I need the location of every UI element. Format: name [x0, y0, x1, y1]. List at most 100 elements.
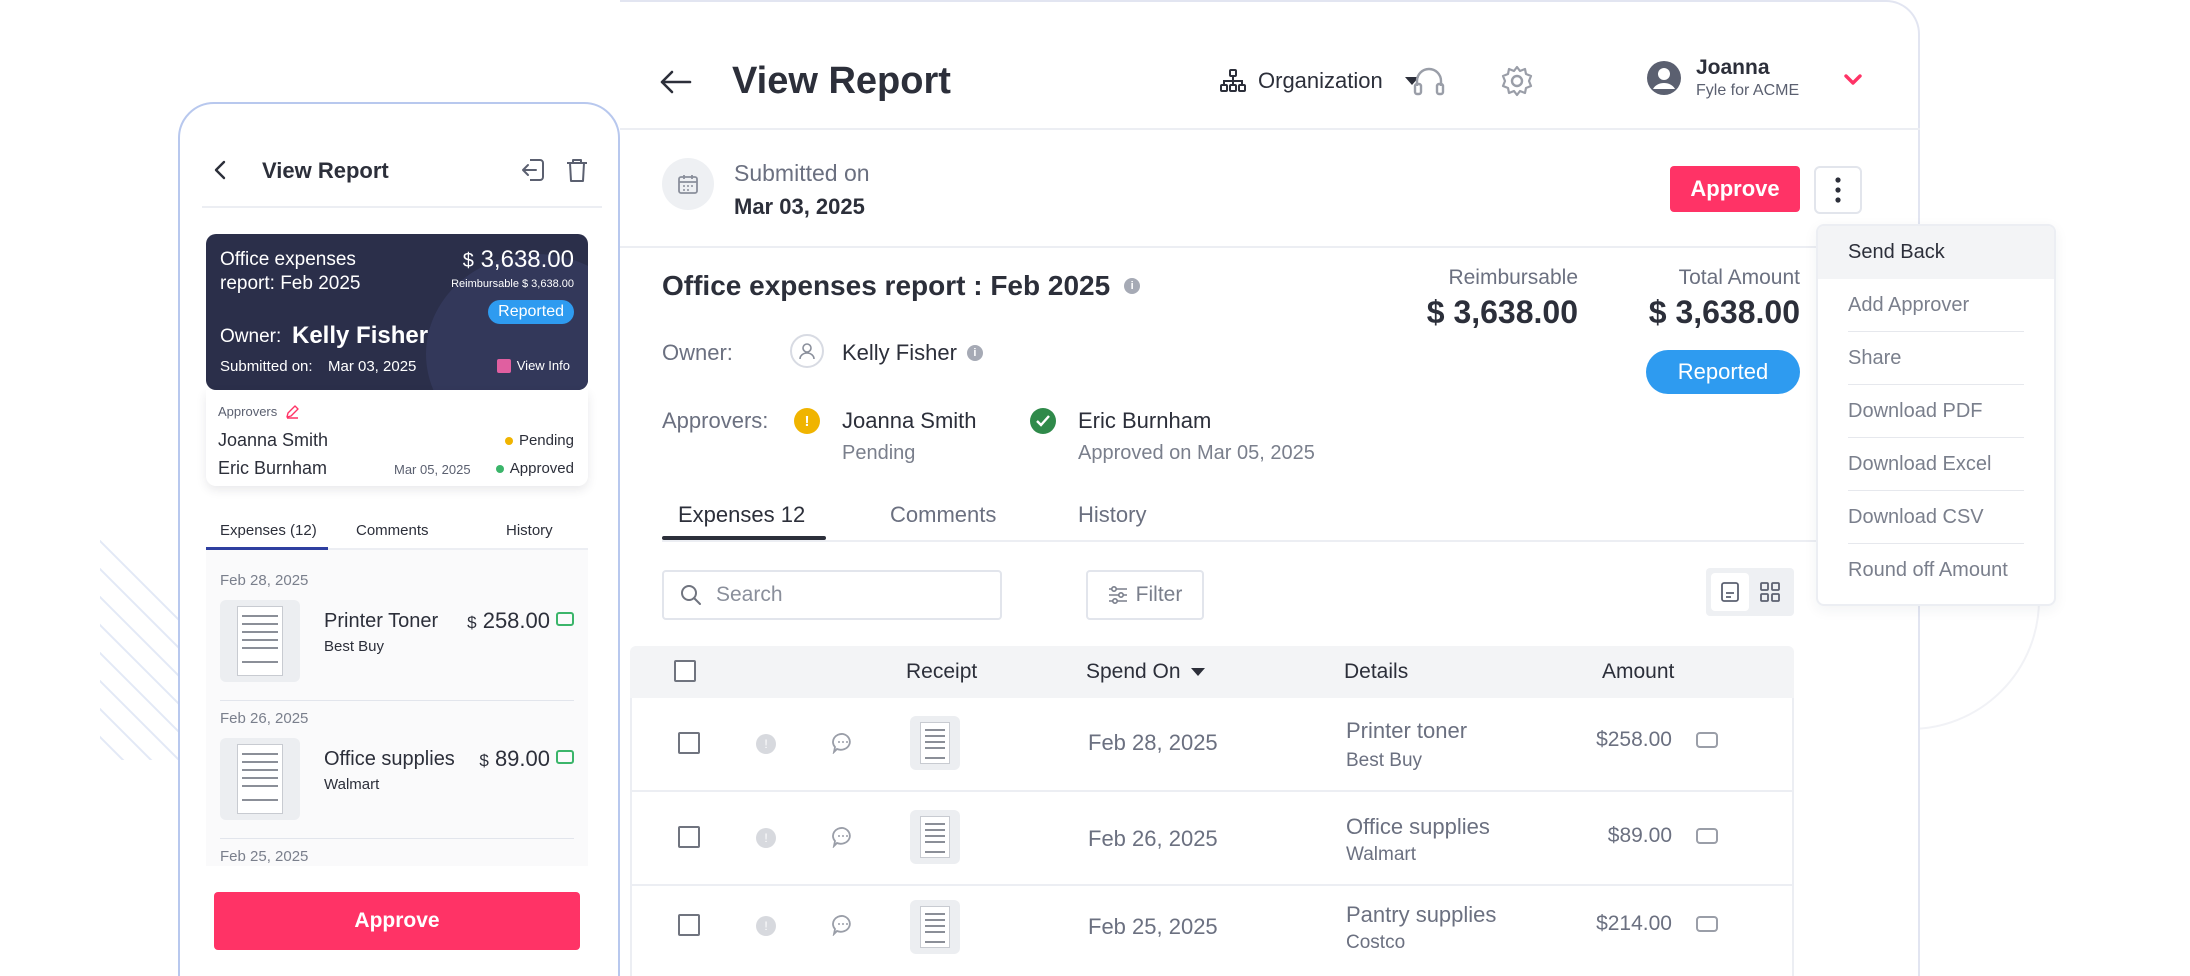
- card-amount-value: 3,638.00: [480, 246, 574, 273]
- table-row[interactable]: ! Feb 26, 2025 Office supplies Walmart $…: [630, 792, 1794, 886]
- menu-item-download-pdf[interactable]: Download PDF: [1818, 385, 2054, 438]
- expense-vendor: Costco: [1346, 932, 1406, 953]
- reimbursable-block: Reimbursable $ 3,638.00: [1427, 266, 1578, 331]
- headset-icon[interactable]: [1412, 64, 1446, 98]
- row-checkbox[interactable]: [678, 826, 700, 848]
- receipt-thumbnail[interactable]: [910, 716, 960, 770]
- export-icon[interactable]: [520, 156, 546, 184]
- table-row[interactable]: ! Feb 25, 2025 Pantry supplies Costco $2…: [630, 886, 1794, 976]
- expense-amount-value: 89.00: [494, 746, 550, 771]
- view-info-label: View Info: [516, 358, 570, 373]
- approver-name: Eric Burnham: [218, 458, 328, 478]
- filter-button[interactable]: Filter: [1086, 570, 1204, 620]
- view-info-link[interactable]: View Info: [496, 358, 570, 373]
- user-avatar-icon: [1647, 61, 1681, 95]
- approve-button[interactable]: Approve: [214, 892, 580, 950]
- card-icon: [1696, 828, 1718, 844]
- comment-icon[interactable]: [832, 914, 854, 936]
- trash-icon[interactable]: [564, 156, 590, 184]
- search-input[interactable]: [716, 583, 976, 607]
- spend-date: Feb 26, 2025: [1088, 826, 1218, 851]
- menu-item-download-csv[interactable]: Download CSV: [1818, 491, 2054, 544]
- submission-row: Submitted on Mar 03, 2025 Approve: [620, 130, 1920, 248]
- menu-item-send-back[interactable]: Send Back: [1818, 226, 2054, 279]
- receipt-image: [920, 906, 950, 948]
- menu-item-share[interactable]: Share: [1818, 332, 2054, 385]
- user-name: Joanna: [1696, 56, 1770, 79]
- table-row[interactable]: ! Feb 28, 2025 Printer toner Best Buy $2…: [630, 698, 1794, 792]
- org-chart-icon: [1220, 69, 1246, 92]
- row-checkbox[interactable]: [678, 732, 700, 754]
- chevron-down-icon[interactable]: [1844, 74, 1862, 86]
- comment-icon[interactable]: [832, 826, 854, 848]
- tab-history[interactable]: History: [1078, 502, 1146, 528]
- menu-item-add-approver[interactable]: Add Approver: [1818, 279, 2054, 332]
- total-amount-label: Total Amount: [1678, 266, 1800, 289]
- grid-view-button[interactable]: [1751, 573, 1789, 611]
- search-box: [662, 570, 1002, 620]
- info-icon: [496, 358, 511, 373]
- status-badge: Reported: [488, 300, 574, 324]
- receipt-thumbnail[interactable]: [220, 600, 300, 682]
- menu-item-download-excel[interactable]: Download Excel: [1818, 438, 2054, 491]
- user-menu[interactable]: Joanna Fyle for ACME: [1646, 56, 1799, 100]
- mobile-report-panel: View Report Office expenses report: Feb …: [178, 102, 620, 976]
- approvers-label: Approvers:: [662, 408, 769, 433]
- back-arrow-icon[interactable]: [658, 64, 692, 100]
- search-icon: [681, 585, 701, 605]
- info-icon[interactable]: !: [756, 734, 776, 754]
- card-icon: [556, 612, 574, 626]
- tab-history[interactable]: History: [506, 522, 553, 539]
- grid-view-icon: [1760, 582, 1780, 602]
- divider: [202, 206, 602, 208]
- info-icon[interactable]: !: [756, 828, 776, 848]
- approve-button[interactable]: Approve: [1670, 166, 1800, 212]
- gear-icon[interactable]: [1500, 64, 1534, 98]
- card-reimbursable: Reimbursable $ 3,638.00: [451, 278, 574, 290]
- active-tab-indicator: [662, 536, 826, 540]
- status-dot: [495, 464, 504, 473]
- filter-icon: [1108, 586, 1127, 604]
- approver-name: Joanna Smith: [218, 430, 329, 450]
- edit-icon[interactable]: [285, 404, 299, 419]
- view-toggle: [1706, 568, 1794, 616]
- menu-item-round-off-amount[interactable]: Round off Amount: [1818, 544, 2054, 597]
- expense-name: Printer toner: [1346, 718, 1468, 743]
- card-icon: [556, 750, 574, 764]
- list-view-button[interactable]: [1711, 573, 1749, 611]
- header-spend-on[interactable]: Spend On: [1086, 660, 1205, 684]
- receipt-image: [920, 816, 950, 858]
- info-icon[interactable]: !: [756, 916, 776, 936]
- expense-vendor: Best Buy: [324, 638, 385, 655]
- list-view-icon: [1721, 582, 1739, 602]
- approver-status: Pending: [504, 432, 574, 449]
- card-icon: [1696, 732, 1718, 748]
- more-options-menu: Send Back Add Approver Share Download PD…: [1816, 224, 2056, 606]
- owner-label: Owner:: [662, 340, 733, 365]
- expense-amount: $ 258.00: [467, 608, 550, 634]
- expense-amount: $214.00: [1596, 912, 1672, 935]
- organization-switcher[interactable]: Organization: [1220, 68, 1419, 94]
- approver-name: Joanna Smith: [842, 408, 977, 433]
- row-checkbox[interactable]: [678, 914, 700, 936]
- user-org: Fyle for ACME: [1696, 82, 1800, 99]
- expense-name[interactable]: Office supplies: [324, 748, 455, 771]
- receipt-image: [237, 744, 283, 814]
- card-owner-name: Kelly Fisher: [292, 322, 429, 349]
- comment-icon[interactable]: [832, 732, 854, 754]
- receipt-thumbnail[interactable]: [910, 810, 960, 864]
- receipt-thumbnail[interactable]: [220, 738, 300, 820]
- page-title: View Report: [732, 60, 951, 102]
- tab-expenses[interactable]: Expenses (12): [220, 522, 317, 539]
- select-all-checkbox[interactable]: [674, 660, 696, 682]
- tab-comments[interactable]: Comments: [890, 502, 996, 528]
- tab-expenses[interactable]: Expenses 12: [678, 502, 805, 528]
- info-icon[interactable]: i: [966, 345, 983, 361]
- approver-status: Approved on Mar 05, 2025: [1078, 442, 1315, 464]
- info-icon[interactable]: i: [1124, 278, 1141, 294]
- receipt-thumbnail[interactable]: [910, 900, 960, 954]
- expense-name[interactable]: Printer Toner: [324, 610, 438, 633]
- more-options-button[interactable]: [1814, 166, 1862, 214]
- tab-comments[interactable]: Comments: [356, 522, 429, 539]
- back-chevron-icon[interactable]: [214, 160, 226, 180]
